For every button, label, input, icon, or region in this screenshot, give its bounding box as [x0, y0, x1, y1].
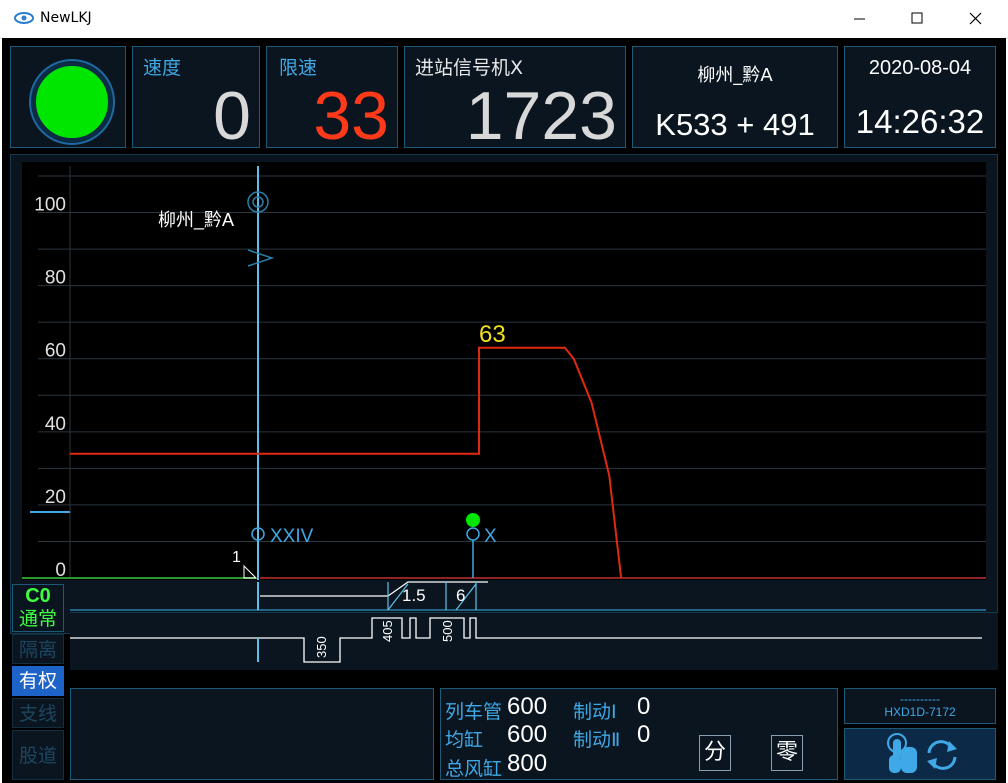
mode-state: 通常 — [18, 608, 57, 630]
authority-button[interactable]: 有权 — [12, 666, 64, 696]
speed-limit-label: 限速 — [279, 57, 318, 79]
title-bar: NewLKJ — [0, 0, 1008, 39]
main-reservoir-label: 总风缸 — [445, 758, 503, 780]
brake-panel: 列车管 600 均缸 600 总风缸 800 制动Ⅰ 0 制动Ⅱ 0 分 零 — [440, 688, 838, 780]
brake1-value: 0 — [637, 693, 651, 720]
minimize-button[interactable] — [830, 0, 890, 38]
signal-distance-value: 1723 — [465, 78, 617, 154]
y-tick-label: 80 — [45, 268, 66, 289]
speed-label: 速度 — [143, 57, 182, 79]
kilometer-post: K533 + 491 — [655, 107, 815, 142]
app-icon — [14, 12, 34, 24]
equalizing-label: 均缸 — [445, 729, 484, 751]
signal-xxiv-label: XXIV — [270, 526, 314, 547]
y-tick-label: 20 — [45, 487, 66, 508]
fen-button[interactable]: 分 — [699, 735, 731, 771]
y-tick-label: 40 — [45, 414, 66, 435]
speed-value: 0 — [213, 78, 251, 154]
branch-button[interactable]: 支线 — [12, 698, 64, 728]
date: 2020-08-04 — [868, 57, 972, 79]
speed-limit-panel: 限速 33 — [266, 46, 398, 154]
locomotive-panel: ---------- HXD1D-7172 — [844, 688, 996, 724]
mode-indicator: C0 通常 — [12, 584, 64, 632]
signal-lamp-panel — [10, 46, 126, 148]
curve-radius-label-1: 350 — [314, 636, 329, 658]
signal-lamp — [31, 61, 113, 143]
equalizing-value: 600 — [507, 721, 548, 748]
loco-id: HXD1D-7172 — [884, 705, 956, 719]
curve-radius-label-2: 405 — [380, 620, 395, 642]
train-pipe-value: 600 — [507, 693, 548, 720]
station-name: 柳州_黔A — [697, 65, 773, 86]
curve-radius-label-3: 500 — [440, 620, 455, 642]
touch-refresh-button[interactable] — [844, 728, 996, 780]
main-reservoir-value: 800 — [507, 750, 548, 777]
refresh-icon — [927, 740, 957, 770]
signal-panel: 进站信号机X 1723 — [404, 46, 626, 154]
speed-curve-chart: 020406080100 柳州_黔A 63 XXIV X 1 1.5 6 — [10, 154, 998, 634]
marker-label: 1 — [232, 549, 241, 566]
maximize-button[interactable] — [888, 0, 948, 38]
brake2-label: 制动Ⅱ — [573, 729, 621, 751]
signal-x-lamp — [466, 513, 480, 527]
brake2-value: 0 — [637, 721, 651, 748]
isolate-button[interactable]: 隔离 — [12, 634, 64, 664]
track-button[interactable]: 股道 — [12, 730, 64, 780]
signal-x-label: X — [484, 526, 497, 547]
minimize-icon — [854, 18, 865, 20]
train-pipe-label: 列车管 — [445, 701, 503, 723]
peak-speed-label: 63 — [479, 321, 506, 348]
window-title: NewLKJ — [40, 10, 92, 26]
message-panel — [70, 688, 434, 780]
gradient-label-2: 6 — [456, 586, 465, 605]
speed-limit-value: 33 — [313, 78, 389, 154]
y-tick-label: 100 — [34, 195, 66, 216]
speed-panel: 速度 0 — [132, 46, 260, 154]
position-panel: 柳州_黔A K533 + 491 — [632, 46, 838, 148]
lkj-app: 速度 0 限速 33 进站信号机X 1723 柳州_黔A K533 + 491 … — [2, 38, 1006, 783]
ling-button[interactable]: 零 — [771, 735, 803, 771]
close-icon — [969, 12, 982, 25]
signal-name-label: 进站信号机X — [415, 57, 524, 79]
brake1-label: 制动Ⅰ — [573, 701, 617, 723]
chart-station-label: 柳州_黔A — [158, 210, 234, 231]
curve-profile-strip: 350 405 500 — [70, 612, 998, 670]
maximize-icon — [911, 12, 923, 24]
touch-hand-icon — [887, 733, 917, 773]
close-button[interactable] — [946, 0, 1006, 38]
gradient-label-1: 1.5 — [402, 586, 426, 605]
loco-dashes: ---------- — [900, 692, 940, 706]
time: 14:26:32 — [855, 103, 985, 140]
y-tick-label: 60 — [45, 341, 66, 362]
datetime-panel: 2020-08-04 14:26:32 — [844, 46, 996, 148]
mode-code: C0 — [25, 585, 51, 607]
